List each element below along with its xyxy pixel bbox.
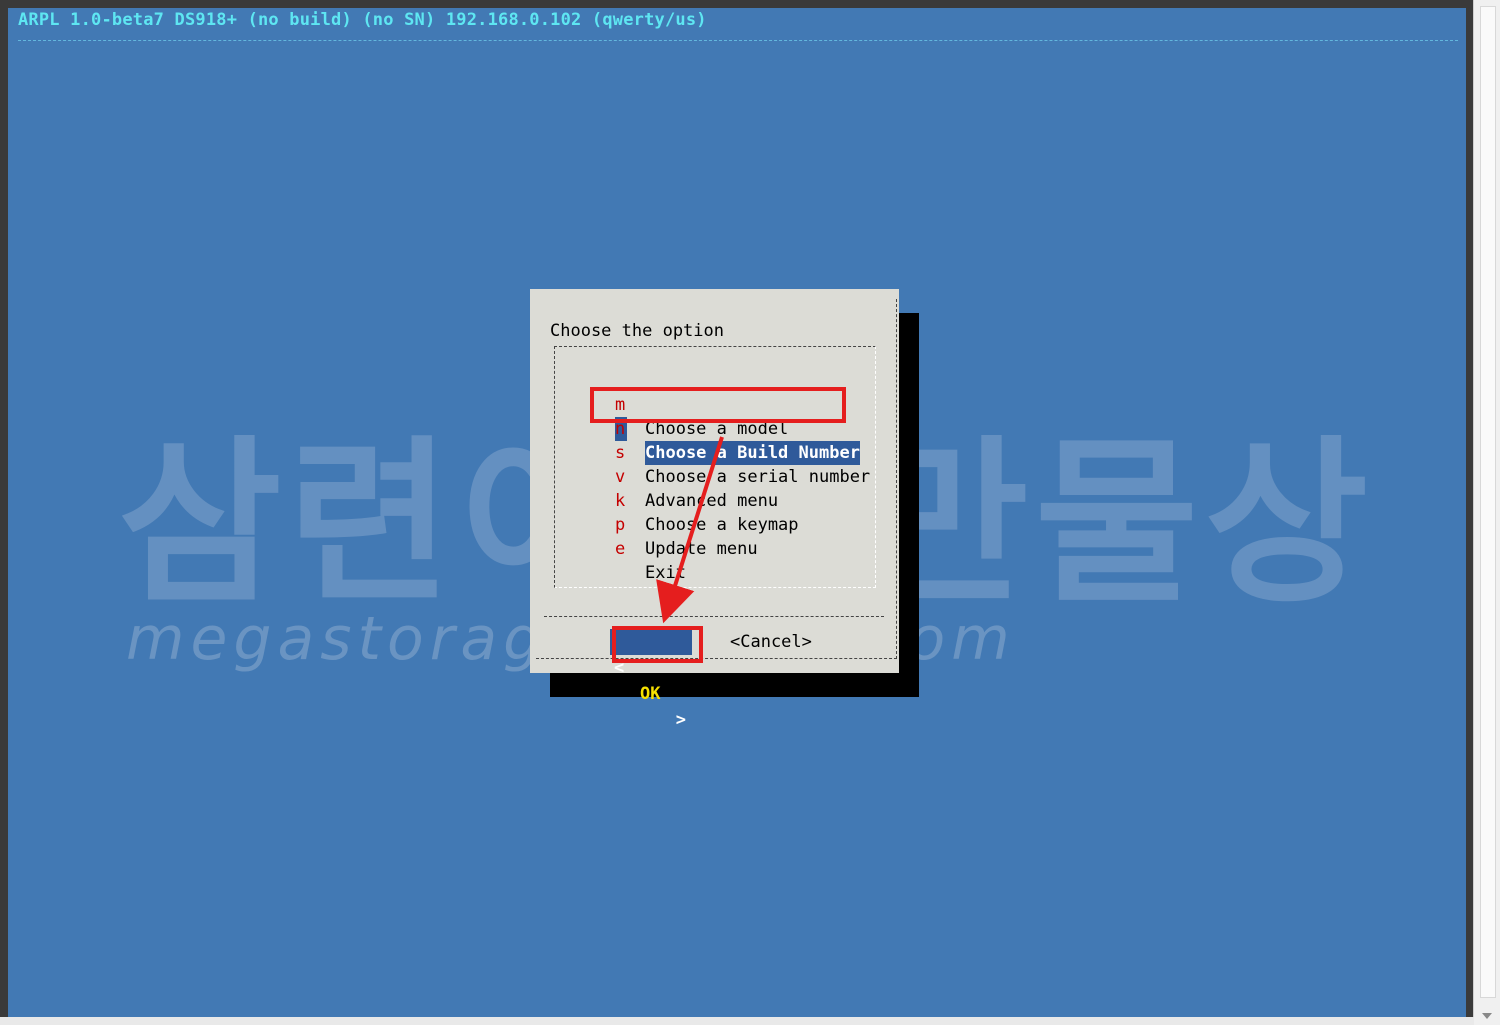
vertical-scrollbar[interactable]	[1473, 0, 1500, 1025]
scrollbar-thumb[interactable]	[1480, 6, 1496, 998]
arrow-line	[656, 436, 724, 624]
bottom-edge	[0, 1017, 1474, 1025]
scroll-down-icon[interactable]	[1482, 1013, 1492, 1019]
annotation-arrow	[656, 436, 724, 624]
